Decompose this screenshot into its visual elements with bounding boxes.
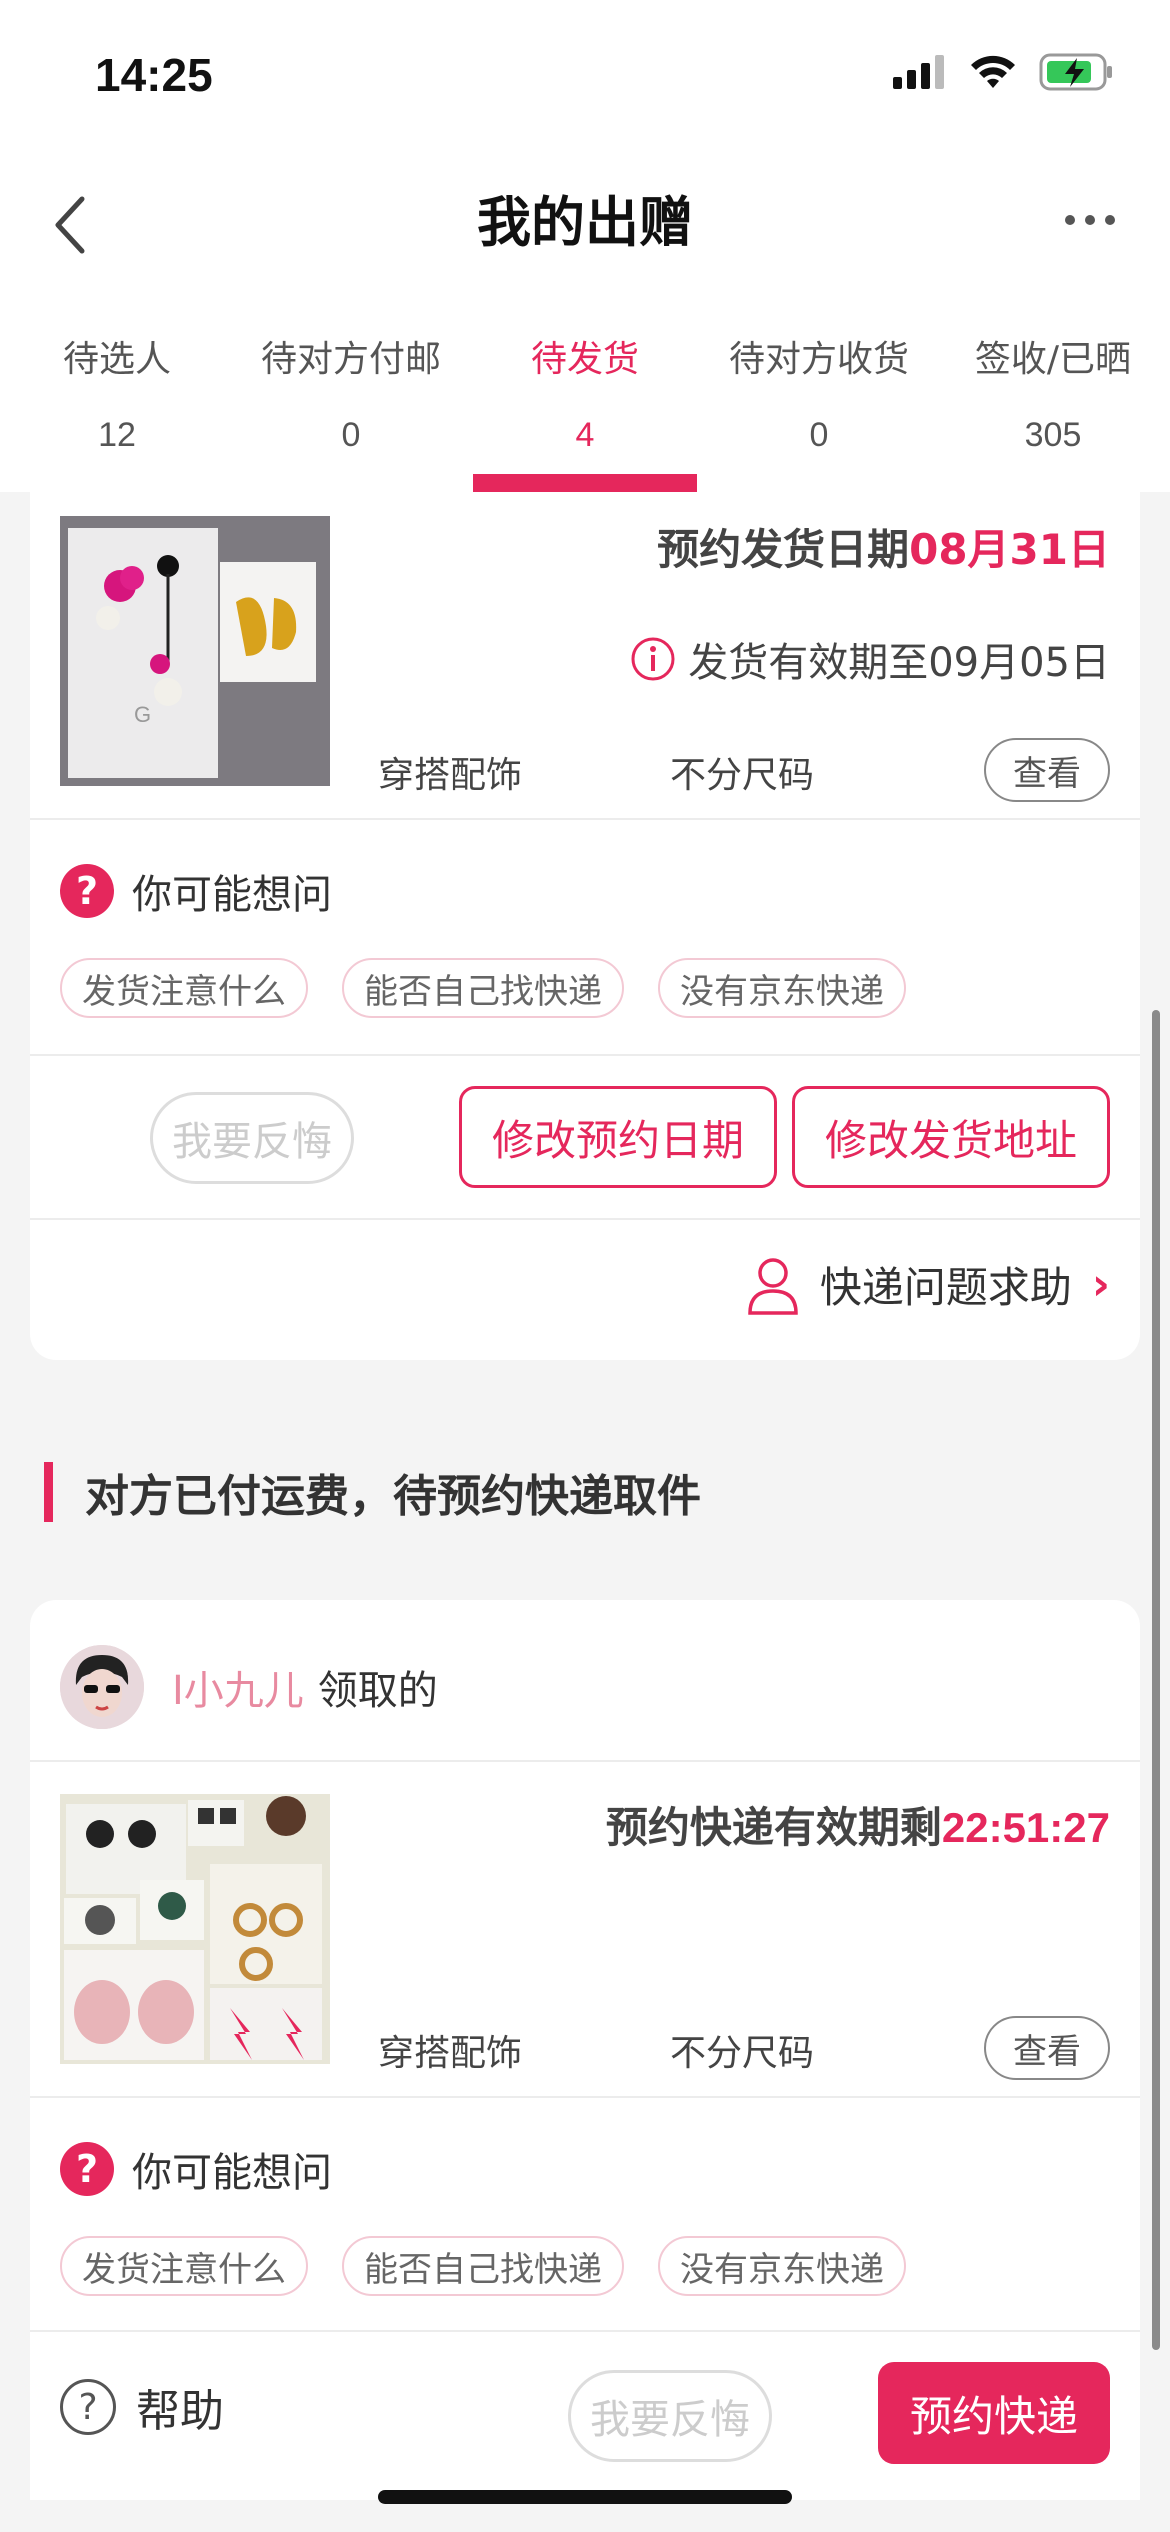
more-button[interactable] (1050, 190, 1130, 250)
divider (30, 2330, 1140, 2332)
faq-chip[interactable]: 没有京东快递 (658, 958, 906, 1018)
battery-icon (1039, 53, 1112, 91)
status-tabs: 待选人 12 待对方付邮 0 待发货 4 待对方收货 0 签收/已晒 305 (0, 300, 1170, 492)
signal-icon (893, 55, 944, 89)
tab-pending-receipt[interactable]: 待对方收货 0 (702, 300, 936, 492)
person-icon (748, 1257, 798, 1315)
courier-help-link[interactable]: 快递问题求助 › (746, 1254, 1110, 1315)
tab-pending-selection[interactable]: 待选人 12 (0, 300, 234, 492)
help-button[interactable]: ? 帮助 (60, 2375, 224, 2439)
divider (30, 1218, 1140, 1220)
item-category: 穿搭配饰 (378, 755, 523, 796)
question-icon: ? (60, 864, 114, 918)
faq-title-text: 你可能想问 (132, 872, 332, 918)
divider (30, 1054, 1140, 1056)
countdown-label: 预约快递有效期剩 (605, 1803, 942, 1852)
product-image[interactable] (60, 1794, 330, 2064)
tab-label: 签收/已晒 (974, 339, 1132, 380)
status-icons (893, 52, 1115, 92)
question-icon: ? (60, 2142, 114, 2196)
modify-address-button[interactable]: 修改发货地址 (792, 1086, 1110, 1188)
faq-title: ? 你可能想问 (60, 862, 332, 920)
book-courier-button[interactable]: 预约快递 (878, 2362, 1110, 2464)
tab-label: 待对方付邮 (260, 339, 441, 380)
tab-count: 12 (98, 416, 136, 454)
receiver-suffix: 领取的 (317, 1668, 438, 1714)
ship-date-value: 08月31日 (909, 525, 1110, 574)
nav-bar: 我的出赠 (0, 150, 1170, 300)
product-image[interactable]: G (60, 516, 330, 786)
status-bar: 14:25 (0, 0, 1170, 150)
regret-button[interactable]: 我要反悔 (568, 2370, 772, 2462)
avatar[interactable] (60, 1645, 144, 1729)
view-button[interactable]: 查看 (984, 2016, 1110, 2080)
help-icon: ? (60, 2379, 116, 2435)
regret-button[interactable]: 我要反悔 (150, 1092, 354, 1184)
divider (30, 818, 1140, 820)
tab-count: 305 (1024, 416, 1082, 454)
validity-text: 发货有效期至09月05日 (688, 640, 1110, 686)
receiver-row: I小九儿 领取的 (60, 1645, 438, 1729)
wifi-icon (971, 55, 1015, 88)
faq-chip[interactable]: 能否自己找快递 (342, 2236, 624, 2296)
bottom-action-bar: ? 帮助 我要反悔 预约快递 (30, 2330, 1140, 2500)
faq-chips: 发货注意什么 能否自己找快递 没有京东快递 (60, 958, 906, 1018)
booking-countdown: 预约快递有效期剩22:51:27 (606, 1794, 1110, 1855)
ship-date-label: 预约发货日期 (657, 525, 910, 574)
faq-chip[interactable]: 发货注意什么 (60, 958, 308, 1018)
section-heading-text: 对方已付运费，待预约快递取件 (85, 1471, 701, 1522)
chevron-right-icon: › (1091, 1259, 1110, 1310)
tab-label: 待对方收货 (728, 339, 909, 380)
svg-text:G: G (134, 702, 151, 727)
modify-date-button[interactable]: 修改预约日期 (459, 1086, 777, 1188)
scrollbar[interactable] (1152, 1010, 1160, 2350)
item-size: 不分尺码 (670, 755, 815, 796)
receiver-name[interactable]: I小九儿 (172, 1658, 304, 1716)
tab-count: 0 (809, 416, 829, 454)
tab-pending-postage[interactable]: 待对方付邮 0 (234, 300, 468, 492)
tab-signed[interactable]: 签收/已晒 305 (936, 300, 1170, 492)
item-size: 不分尺码 (670, 2033, 815, 2074)
active-tab-indicator (473, 474, 697, 492)
courier-help-label: 快递问题求助 (819, 1263, 1072, 1312)
view-button[interactable]: 查看 (984, 738, 1110, 802)
shipping-validity: 发货有效期至09月05日 (630, 630, 1110, 688)
section-accent-bar (44, 1462, 53, 1522)
divider (30, 2096, 1140, 2098)
section-heading: 对方已付运费，待预约快递取件 (44, 1462, 701, 1522)
divider (30, 1760, 1140, 1762)
ship-date: 预约发货日期08月31日 (657, 516, 1110, 577)
home-indicator[interactable] (378, 2490, 792, 2504)
faq-chip[interactable]: 发货注意什么 (60, 2236, 308, 2296)
status-time: 14:25 (95, 49, 213, 101)
more-icon (1065, 215, 1075, 225)
tab-label: 待选人 (62, 339, 171, 380)
tab-count: 0 (341, 416, 361, 454)
tab-count: 4 (575, 416, 595, 454)
tab-pending-shipment[interactable]: 待发货 4 (468, 300, 702, 492)
tab-label: 待发货 (530, 339, 639, 380)
faq-chip[interactable]: 能否自己找快递 (342, 958, 624, 1018)
info-icon (631, 637, 675, 681)
countdown-value: 22:51:27 (941, 1804, 1110, 1851)
faq-chips: 发货注意什么 能否自己找快递 没有京东快递 (60, 2236, 906, 2296)
help-label: 帮助 (136, 2386, 224, 2437)
page-title: 我的出赠 (477, 191, 693, 254)
faq-title-text: 你可能想问 (132, 2150, 332, 2196)
order-card: G 预约发货日期08月31日 发货有效期至09月05日 穿搭配饰 不分尺码 查看… (30, 492, 1140, 1360)
item-category: 穿搭配饰 (378, 2033, 523, 2074)
faq-title: ? 你可能想问 (60, 2140, 332, 2198)
faq-chip[interactable]: 没有京东快递 (658, 2236, 906, 2296)
